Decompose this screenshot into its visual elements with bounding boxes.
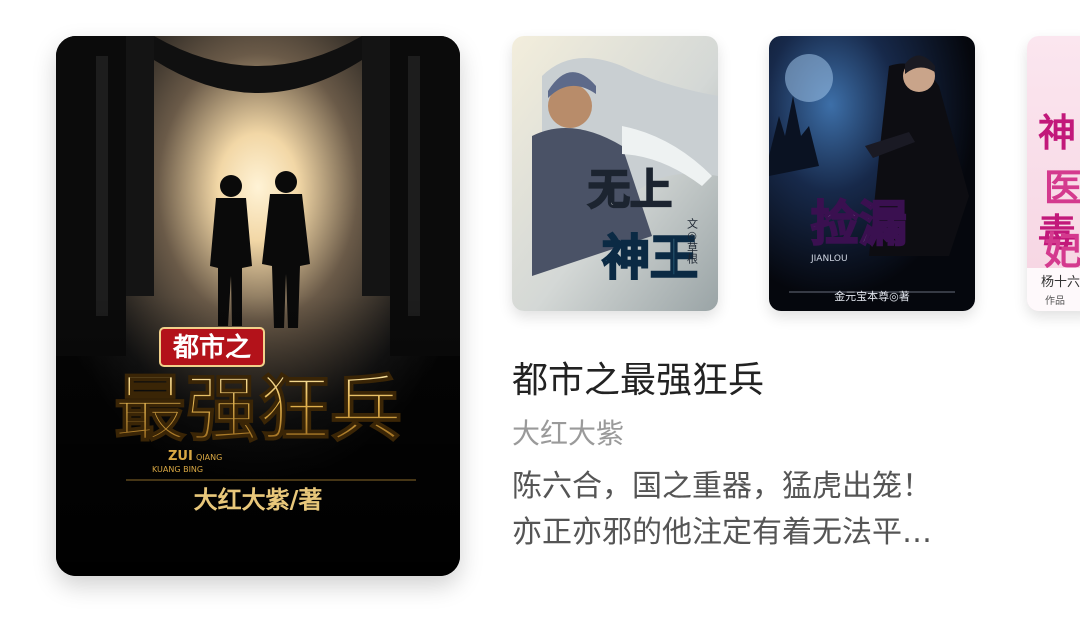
cover-2-title: 捡漏	[811, 196, 907, 252]
cover-1-title-bottom: 神王	[602, 230, 698, 286]
featured-book-cover[interactable]: 都市之 最强狂兵 ZUI QIANG KUANG BING 大红大紫/著	[56, 36, 460, 576]
book-title: 都市之最强狂兵	[512, 360, 765, 401]
book-cover-3[interactable]: 神 医 毒 妃 杨十六 作品	[1027, 36, 1080, 311]
book-recommendation-card: 都市之 最强狂兵 ZUI QIANG KUANG BING 大红大紫/著 无上 …	[0, 0, 1080, 630]
cover-pinyin-side: QIANG	[196, 453, 222, 462]
featured-book-info[interactable]: 都市之最强狂兵 大红大紫 陈六合，国之重器，猛虎出笼！ 亦正亦邪的他注定有着无法…	[512, 356, 1052, 556]
cover-title-text: 最强狂兵	[114, 366, 402, 451]
cover-3-title-char-4: 妃	[1044, 228, 1080, 273]
cover-3-badge: 作品	[1045, 295, 1065, 307]
cover-pinyin-small: ZUI	[168, 449, 193, 464]
book-author: 大红大紫	[512, 417, 625, 450]
book-description: 陈六合，国之重器，猛虎出笼！ 亦正亦邪的他注定有着无法平…	[512, 464, 1022, 556]
book-cover-2[interactable]: 捡漏 JIANLOU 金元宝本尊◎著	[769, 36, 975, 311]
cover-3-byline: 杨十六	[1041, 275, 1080, 290]
cover-3-title-char: 神	[1038, 110, 1076, 155]
cover-series-text: 都市之	[172, 332, 251, 363]
cover-pinyin-line: KUANG BING	[152, 465, 203, 474]
cover-1-credit: 文◎草根	[686, 217, 699, 265]
cover-2-pinyin: JIANLOU	[810, 254, 848, 264]
cover-3-title-char-2: 医	[1044, 165, 1080, 210]
cover-byline: 大红大紫/著	[194, 485, 323, 514]
book-cover-1[interactable]: 无上 神王 文◎草根	[512, 36, 718, 311]
cover-1-title-top: 无上	[588, 165, 672, 214]
book-description-line-1: 陈六合，国之重器，猛虎出笼！	[512, 469, 932, 504]
cover-2-byline: 金元宝本尊◎著	[834, 289, 910, 303]
book-description-line-2: 亦正亦邪的他注定有着无法平…	[512, 515, 932, 550]
